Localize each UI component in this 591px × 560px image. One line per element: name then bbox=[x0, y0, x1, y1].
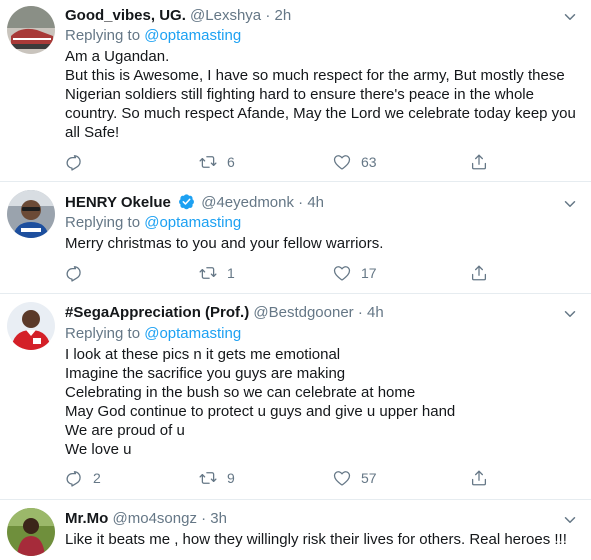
tweet-text: Merry christmas to you and your fellow w… bbox=[65, 234, 383, 253]
timestamp[interactable]: 4h bbox=[367, 304, 384, 321]
tweet-text-line: all Safe! bbox=[65, 124, 120, 141]
display-name[interactable]: #SegaAppreciation (Prof.) bbox=[65, 304, 249, 321]
tweet-text: Am a Ugandan. But this is Awesome, I hav… bbox=[65, 47, 576, 142]
display-name[interactable]: HENRY Okelue bbox=[65, 194, 171, 211]
avatar[interactable] bbox=[7, 508, 55, 556]
like-count: 17 bbox=[361, 265, 377, 281]
tweet-text-line: Celebrating in the bush so we can celebr… bbox=[65, 384, 416, 401]
avatar[interactable] bbox=[7, 6, 55, 54]
retweet-count: 6 bbox=[227, 154, 235, 170]
like-icon bbox=[333, 264, 351, 282]
tweet-text-line: I look at these pics n it gets me emotio… bbox=[65, 346, 341, 363]
mention-link[interactable]: @optamasting bbox=[144, 325, 241, 342]
reply-icon bbox=[65, 264, 83, 282]
caret-down-icon[interactable] bbox=[561, 8, 579, 26]
reply-icon bbox=[65, 469, 83, 487]
reply-button[interactable] bbox=[65, 152, 93, 172]
action-bar: 6 63 bbox=[65, 152, 585, 172]
share-icon bbox=[470, 264, 488, 282]
retweet-count: 9 bbox=[227, 470, 235, 486]
reply-button[interactable] bbox=[65, 263, 93, 283]
tweet-text: Like it beats me , how they willingly ri… bbox=[65, 530, 567, 549]
tweet-text-line: Like it beats me , how they willingly ri… bbox=[65, 531, 567, 548]
retweet-icon bbox=[199, 469, 217, 487]
reply-icon bbox=[65, 153, 83, 171]
share-icon bbox=[470, 469, 488, 487]
action-bar: 2 9 57 bbox=[65, 468, 585, 488]
like-button[interactable]: 63 bbox=[333, 152, 377, 172]
timestamp[interactable]: 2h bbox=[274, 7, 291, 24]
caret-down-icon[interactable] bbox=[561, 305, 579, 323]
replying-to: Replying to @optamasting bbox=[65, 213, 241, 233]
share-icon bbox=[470, 153, 488, 171]
verified-badge-icon bbox=[179, 194, 194, 210]
caret-down-icon[interactable] bbox=[561, 511, 579, 529]
avatar[interactable] bbox=[7, 190, 55, 238]
tweet-text-line: But this is Awesome, I have so much resp… bbox=[65, 67, 565, 84]
avatar-image bbox=[7, 6, 55, 54]
user-handle[interactable]: @4eyedmonk bbox=[201, 194, 294, 211]
like-count: 57 bbox=[361, 470, 377, 486]
tweet[interactable]: HENRY Okelue @4eyedmonk · 4h Replying to… bbox=[0, 182, 591, 294]
separator-dot: · bbox=[201, 510, 207, 527]
replying-to: Replying to @optamasting bbox=[65, 324, 241, 344]
replying-to-label: Replying to bbox=[65, 27, 141, 44]
retweet-button[interactable]: 1 bbox=[199, 263, 235, 283]
tweet[interactable]: Good_vibes, UG. @Lexshya · 2h Replying t… bbox=[0, 0, 591, 182]
user-handle[interactable]: @Bestdgooner bbox=[253, 304, 353, 321]
display-name[interactable]: Mr.Mo bbox=[65, 510, 108, 527]
tweet[interactable]: #SegaAppreciation (Prof.) @Bestdgooner ·… bbox=[0, 294, 591, 500]
retweet-button[interactable]: 6 bbox=[199, 152, 235, 172]
tweet-text-line: We are proud of u bbox=[65, 422, 185, 439]
tweet-text: I look at these pics n it gets me emotio… bbox=[65, 345, 455, 459]
replying-to-label: Replying to bbox=[65, 214, 141, 231]
retweet-icon bbox=[199, 153, 217, 171]
like-icon bbox=[333, 153, 351, 171]
share-button[interactable] bbox=[470, 468, 488, 488]
like-button[interactable]: 17 bbox=[333, 263, 377, 283]
user-handle[interactable]: @Lexshya bbox=[190, 7, 261, 24]
reply-button[interactable]: 2 bbox=[65, 468, 101, 488]
mention-link[interactable]: @optamasting bbox=[144, 27, 241, 44]
tweet-text-line: Am a Ugandan. bbox=[65, 48, 170, 65]
replying-to: Replying to @optamasting bbox=[65, 26, 241, 46]
avatar-image bbox=[7, 302, 55, 350]
tweet[interactable]: Mr.Mo @mo4songz · 3h Like it beats me , … bbox=[0, 500, 591, 560]
display-name[interactable]: Good_vibes, UG. bbox=[65, 7, 186, 24]
retweet-count: 1 bbox=[227, 265, 235, 281]
mention-link[interactable]: @optamasting bbox=[144, 214, 241, 231]
separator-dot: · bbox=[298, 194, 304, 211]
replying-to-label: Replying to bbox=[65, 325, 141, 342]
tweet-text-line: Imagine the sacrifice you guys are makin… bbox=[65, 365, 346, 382]
separator-dot: · bbox=[357, 304, 363, 321]
timestamp[interactable]: 3h bbox=[210, 510, 227, 527]
tweet-text-line: Nigerian soldiers still fighting hard to… bbox=[65, 86, 534, 103]
share-button[interactable] bbox=[470, 152, 488, 172]
tweet-text-line: We love u bbox=[65, 441, 132, 458]
tweet-text-line: country. So much respect Afande, May the… bbox=[65, 105, 576, 122]
like-icon bbox=[333, 469, 351, 487]
separator-dot: · bbox=[265, 7, 271, 24]
reply-count: 2 bbox=[93, 470, 101, 486]
like-button[interactable]: 57 bbox=[333, 468, 377, 488]
action-bar: 1 17 bbox=[65, 263, 585, 283]
retweet-icon bbox=[199, 264, 217, 282]
like-count: 63 bbox=[361, 154, 377, 170]
avatar[interactable] bbox=[7, 302, 55, 350]
avatar-image bbox=[7, 508, 55, 556]
retweet-button[interactable]: 9 bbox=[199, 468, 235, 488]
share-button[interactable] bbox=[470, 263, 488, 283]
timestamp[interactable]: 4h bbox=[307, 194, 324, 211]
avatar-image bbox=[7, 190, 55, 238]
caret-down-icon[interactable] bbox=[561, 195, 579, 213]
user-handle[interactable]: @mo4songz bbox=[113, 510, 197, 527]
tweet-text-line: May God continue to protect u guys and g… bbox=[65, 403, 456, 420]
tweet-text-line: Merry christmas to you and your fellow w… bbox=[65, 235, 384, 252]
